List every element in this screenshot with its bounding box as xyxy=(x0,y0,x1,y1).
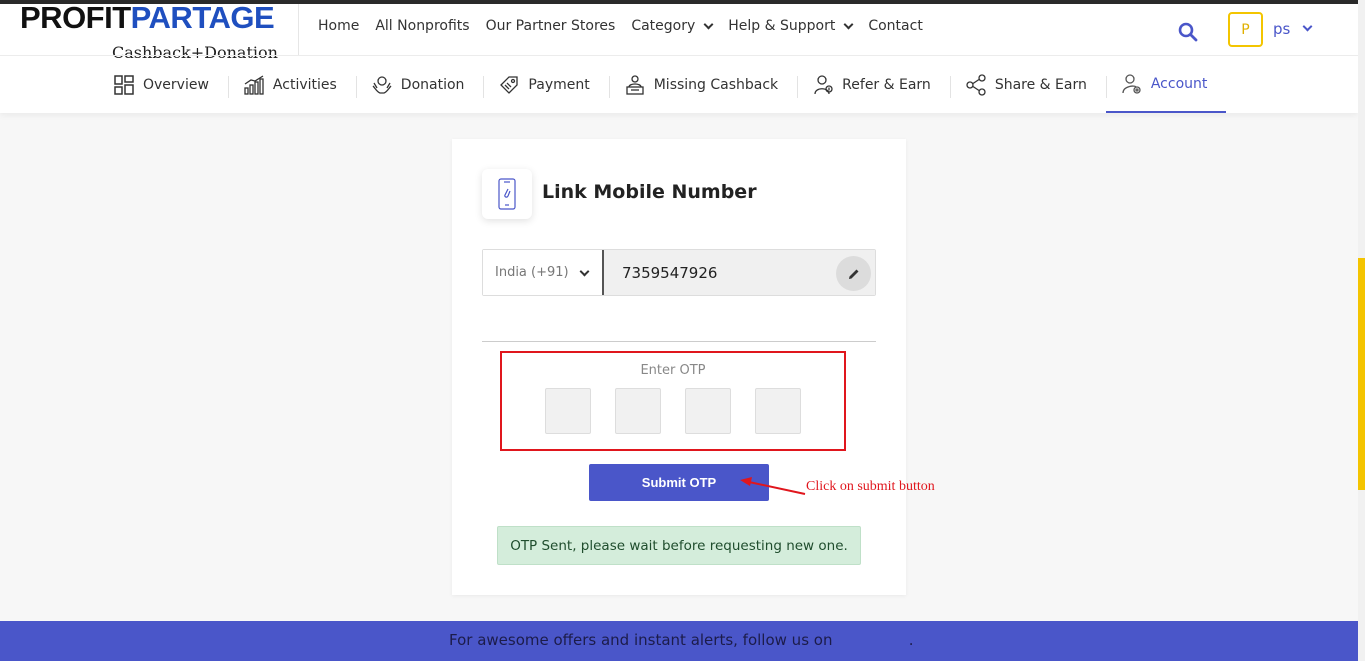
nav-category[interactable]: Category xyxy=(631,18,714,34)
nav-home[interactable]: Home xyxy=(318,18,359,34)
tab-donation-label: Donation xyxy=(400,76,465,93)
tab-refer-earn[interactable]: Refer & Earn xyxy=(797,56,950,113)
tab-refer-earn-label: Refer & Earn xyxy=(842,76,931,93)
user-menu[interactable]: ps xyxy=(1273,20,1313,38)
otp-highlight-box: Enter OTP xyxy=(500,351,846,451)
phone-number-field[interactable]: 7359547926 xyxy=(604,250,875,295)
user-name-label: ps xyxy=(1273,20,1291,38)
otp-digit-3[interactable] xyxy=(685,388,731,434)
mobile-link-icon xyxy=(498,178,516,210)
tab-missing-cashback[interactable]: Missing Cashback xyxy=(608,56,797,113)
otp-digit-4[interactable] xyxy=(755,388,801,434)
logo-part-profit: PROFIT xyxy=(20,0,131,35)
country-code-select[interactable]: India (+91) xyxy=(483,250,604,295)
link-mobile-card: Link Mobile Number India (+91) 735954792… xyxy=(452,139,906,595)
chevron-down-icon xyxy=(1302,21,1313,32)
country-code-value: India (+91) xyxy=(495,265,569,280)
phone-number-value: 7359547926 xyxy=(622,263,718,282)
site-header: PROFITPARTAGE Cashback+Donation Home All… xyxy=(0,0,1358,113)
scrollbar-thumb[interactable] xyxy=(1358,258,1365,490)
nav-all-nonprofits-label: All Nonprofits xyxy=(375,18,470,34)
logo-wordmark: PROFITPARTAGE xyxy=(20,0,275,36)
share-icon xyxy=(966,73,986,96)
section-divider xyxy=(482,341,876,342)
tab-overview[interactable]: Overview xyxy=(98,56,228,113)
refer-person-icon xyxy=(814,74,833,94)
nav-partner-stores-label: Our Partner Stores xyxy=(485,18,616,34)
nav-contact[interactable]: Contact xyxy=(868,18,922,34)
nav-help-support-label: Help & Support xyxy=(728,18,836,34)
otp-inputs xyxy=(545,388,801,434)
tab-missing-cashback-label: Missing Cashback xyxy=(653,76,779,93)
edit-phone-button[interactable] xyxy=(836,256,871,291)
annotation-text: Click on submit button xyxy=(806,479,935,494)
chevron-down-icon xyxy=(703,19,714,29)
nav-category-label: Category xyxy=(631,18,696,34)
tab-overview-label: Overview xyxy=(143,76,209,93)
page-scrollbar[interactable] xyxy=(1358,0,1365,661)
otp-sent-alert: OTP Sent, please wait before requesting … xyxy=(497,526,861,565)
annotation-arrow xyxy=(740,477,806,495)
account-tabs: Overview Activities Donation Payment Mis… xyxy=(98,56,1227,113)
tab-activities-label: Activities xyxy=(272,76,337,93)
otp-digit-2[interactable] xyxy=(615,388,661,434)
otp-digit-1[interactable] xyxy=(545,388,591,434)
search-icon[interactable] xyxy=(1178,22,1198,42)
main-nav: Home All Nonprofits Our Partner Stores C… xyxy=(318,18,923,34)
pencil-icon xyxy=(848,269,858,279)
tab-account[interactable]: Account xyxy=(1105,56,1227,113)
tab-payment[interactable]: Payment xyxy=(483,56,608,113)
nav-contact-label: Contact xyxy=(868,18,923,34)
logo-part-partage: PARTAGE xyxy=(130,0,275,35)
tab-activities[interactable]: Activities xyxy=(227,56,356,113)
nav-all-nonprofits[interactable]: All Nonprofits xyxy=(375,18,469,34)
phone-badge xyxy=(482,169,532,219)
nav-help-support[interactable]: Help & Support xyxy=(728,18,854,34)
tag-icon xyxy=(500,75,519,94)
chevron-down-icon xyxy=(843,19,854,29)
grid-icon xyxy=(114,74,134,95)
tab-account-label: Account xyxy=(1150,75,1208,92)
user-avatar[interactable]: P xyxy=(1228,12,1263,47)
donation-hands-icon xyxy=(372,75,392,94)
chevron-down-icon xyxy=(579,266,590,277)
account-gear-icon xyxy=(1122,73,1141,94)
tab-share-earn-label: Share & Earn xyxy=(994,76,1087,93)
tab-payment-label: Payment xyxy=(528,76,590,93)
footer-text: For awesome offers and instant alerts, f… xyxy=(449,631,914,649)
card-title: Link Mobile Number xyxy=(542,181,757,203)
nav-partner-stores[interactable]: Our Partner Stores xyxy=(486,18,616,34)
tab-share-earn[interactable]: Share & Earn xyxy=(949,56,1106,113)
otp-label: Enter OTP xyxy=(640,363,706,378)
tab-donation[interactable]: Donation xyxy=(355,56,484,113)
phone-number-row: India (+91) 7359547926 xyxy=(482,249,876,296)
nav-home-label: Home xyxy=(318,18,360,34)
person-desk-icon xyxy=(626,74,644,95)
logo-divider xyxy=(298,4,299,56)
bar-chart-icon xyxy=(244,74,264,95)
footer-banner: For awesome offers and instant alerts, f… xyxy=(0,621,1358,661)
